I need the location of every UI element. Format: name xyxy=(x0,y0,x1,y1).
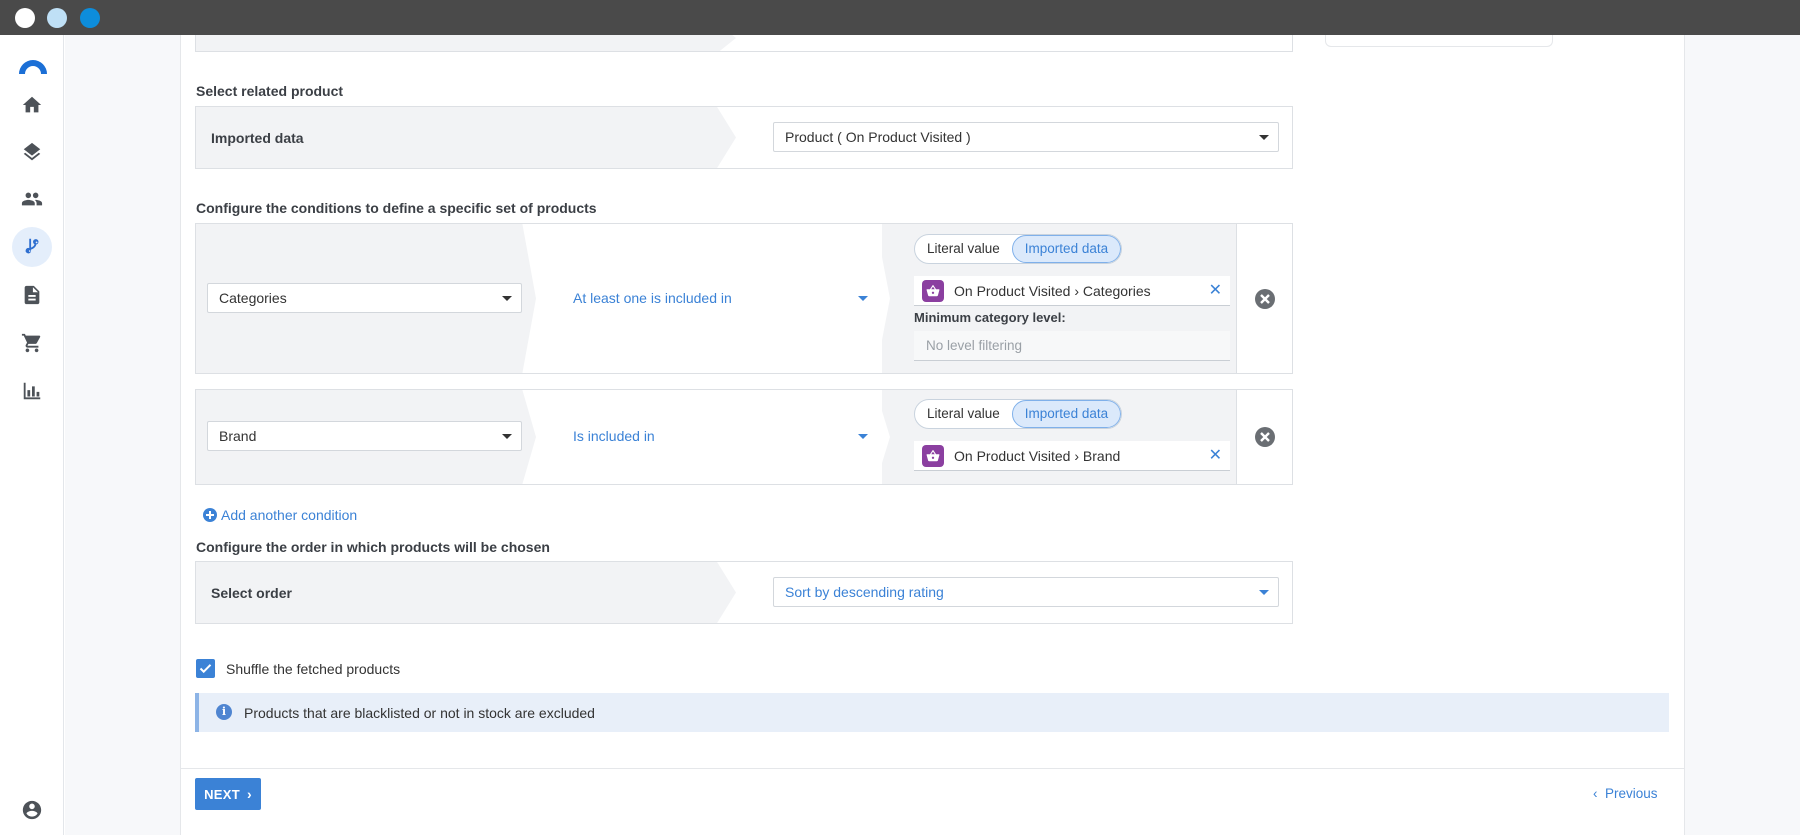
previous-button[interactable]: ‹ Previous xyxy=(1593,786,1658,801)
previous-row-box xyxy=(195,35,1293,52)
literal-value-option[interactable]: Literal value xyxy=(915,400,1012,428)
chevron-right-icon: › xyxy=(246,786,252,802)
close-icon xyxy=(1260,294,1270,304)
branch-icon xyxy=(25,238,39,254)
remove-condition-button[interactable] xyxy=(1255,427,1275,447)
condition-field-select[interactable]: Categories xyxy=(207,283,522,313)
sidebar-item-home[interactable] xyxy=(12,85,52,125)
related-product-select[interactable]: Product ( On Product Visited ) xyxy=(773,122,1279,152)
info-icon: i xyxy=(216,704,232,720)
sidebar-item-account[interactable] xyxy=(12,790,52,830)
imported-value-chip: On Product Visited › Brand ✕ xyxy=(914,441,1230,471)
info-text: Products that are blacklisted or not in … xyxy=(244,705,595,721)
sidebar-item-people[interactable] xyxy=(12,179,52,219)
condition-row-categories: Categories At least one is included in L… xyxy=(195,223,1293,374)
next-button[interactable]: NEXT › xyxy=(195,778,261,810)
shopping-basket-icon xyxy=(922,445,944,467)
related-product-label: Imported data xyxy=(211,129,304,146)
condition-operator-select[interactable]: At least one is included in xyxy=(573,290,868,306)
window-minimize-button[interactable] xyxy=(47,8,67,28)
home-icon xyxy=(22,96,42,113)
close-icon[interactable]: ✕ xyxy=(1209,445,1222,465)
sidebar-item-documents[interactable] xyxy=(12,275,52,315)
shopping-basket-icon xyxy=(922,280,944,302)
related-product-title: Select related product xyxy=(196,83,344,99)
value-type-toggle[interactable]: Literal value Imported data xyxy=(914,234,1123,264)
value-type-toggle[interactable]: Literal value Imported data xyxy=(914,399,1123,429)
layers-icon xyxy=(23,142,41,161)
shuffle-checkbox[interactable] xyxy=(196,659,215,678)
chevron-down-icon xyxy=(502,434,512,439)
info-banner: i Products that are blacklisted or not i… xyxy=(195,693,1669,732)
brand-logo-icon[interactable] xyxy=(17,56,49,74)
condition-row-brand: Brand Is included in Literal value Impor… xyxy=(195,389,1293,485)
imported-data-option[interactable]: Imported data xyxy=(1011,400,1122,428)
sidebar-item-layers[interactable] xyxy=(12,132,52,172)
plus-circle-icon xyxy=(203,508,217,522)
chevron-left-icon: ‹ xyxy=(1593,786,1598,801)
chevron-down-icon xyxy=(502,296,512,301)
add-condition-button[interactable]: Add another condition xyxy=(203,507,357,523)
window-maximize-button[interactable] xyxy=(80,8,100,28)
sidebar-item-cart[interactable] xyxy=(12,323,52,363)
document-icon xyxy=(24,285,40,305)
main-content: Select related product Imported data Pro… xyxy=(65,35,1800,835)
close-icon xyxy=(1260,432,1270,442)
account-icon xyxy=(22,800,42,820)
chevron-down-icon xyxy=(1259,135,1269,140)
min-level-input[interactable]: No level filtering xyxy=(914,331,1230,361)
sidebar xyxy=(0,35,64,835)
order-title: Configure the order in which products wi… xyxy=(196,539,550,555)
order-row: Select order Sort by descending rating xyxy=(195,561,1293,624)
condition-operator-select[interactable]: Is included in xyxy=(573,428,868,444)
window-close-button[interactable] xyxy=(15,8,35,28)
chevron-down-icon xyxy=(1259,590,1269,595)
chevron-down-icon xyxy=(858,434,868,439)
bar-chart-icon xyxy=(23,382,41,400)
remove-condition-button[interactable] xyxy=(1255,289,1275,309)
checkmark-icon xyxy=(199,664,212,674)
sidebar-item-journeys[interactable] xyxy=(12,227,52,267)
window-titlebar xyxy=(0,0,1800,35)
imported-data-option[interactable]: Imported data xyxy=(1011,235,1122,263)
conditions-title: Configure the conditions to define a spe… xyxy=(196,200,597,216)
people-icon xyxy=(21,192,43,206)
close-icon[interactable]: ✕ xyxy=(1209,280,1222,300)
sidebar-item-analytics[interactable] xyxy=(12,371,52,411)
side-panel-card xyxy=(1325,35,1553,47)
chip-label: On Product Visited › Brand xyxy=(954,448,1121,464)
related-product-row: Imported data Product ( On Product Visit… xyxy=(195,106,1293,169)
literal-value-option[interactable]: Literal value xyxy=(915,235,1012,263)
min-level-label: Minimum category level: xyxy=(914,310,1066,325)
condition-field-select[interactable]: Brand xyxy=(207,421,522,451)
imported-value-chip: On Product Visited › Categories ✕ xyxy=(914,276,1230,306)
order-select[interactable]: Sort by descending rating xyxy=(773,577,1279,607)
shuffle-label: Shuffle the fetched products xyxy=(226,661,401,677)
order-label: Select order xyxy=(211,584,292,601)
cart-icon xyxy=(21,333,41,353)
chevron-down-icon xyxy=(858,296,868,301)
chip-label: On Product Visited › Categories xyxy=(954,283,1151,299)
